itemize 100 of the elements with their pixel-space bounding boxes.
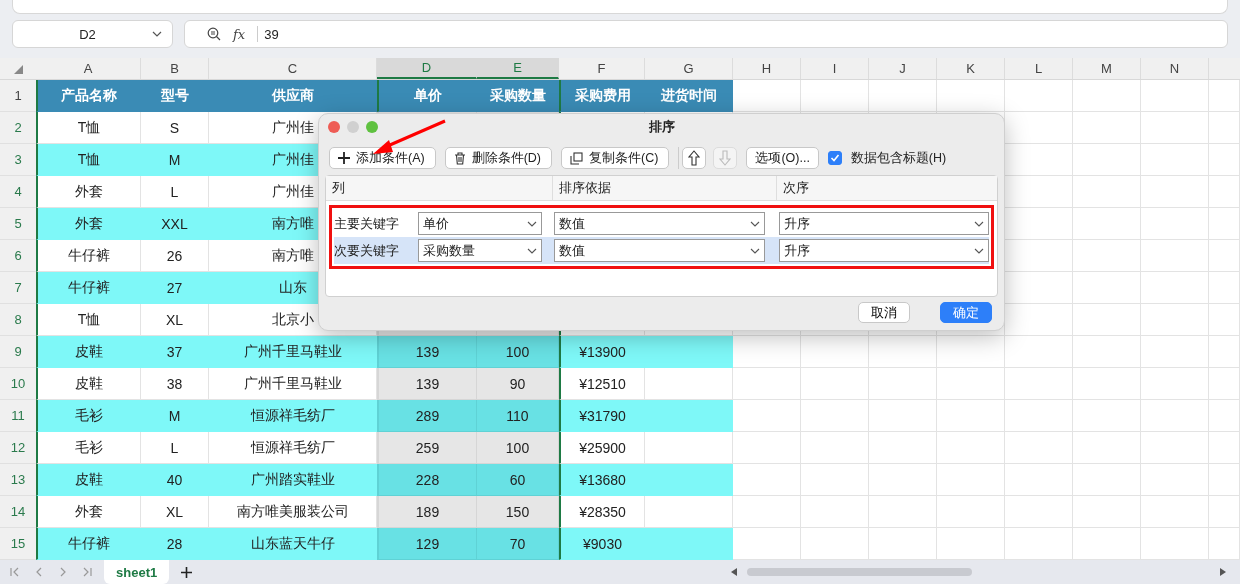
table-cell: 110 [477,400,559,432]
table-cell: ¥13900 [559,336,645,368]
table-cell [1073,272,1141,304]
close-button[interactable] [328,121,340,133]
table-cell: 牛仔裤 [36,528,141,560]
column-header[interactable]: J [869,58,937,79]
table-cell: 广州千里马鞋业 [209,336,377,368]
row-number[interactable]: 2 [0,112,36,144]
table-cell [801,432,869,464]
table-cell: 139 [377,368,477,400]
ok-button[interactable]: 确定 [940,302,992,323]
add-sheet-icon[interactable] [181,566,193,578]
table-cell [869,336,937,368]
table-cell [1209,272,1240,304]
row-number[interactable]: 7 [0,272,36,304]
basis-select[interactable]: 数值 [554,212,765,235]
row-number[interactable]: 8 [0,304,36,336]
row-number[interactable]: 12 [0,432,36,464]
table-cell [937,432,1005,464]
table-cell [937,400,1005,432]
column-select[interactable]: 单价 [418,212,542,235]
condition-row[interactable]: 次要关键字 采购数量 数值 升序 [334,237,989,264]
row-number[interactable]: 10 [0,368,36,400]
table-cell: 38 [141,368,209,400]
row-number[interactable]: 9 [0,336,36,368]
order-select[interactable]: 升序 [779,212,989,235]
header-checkbox[interactable]: 数据包含标题(H) [827,149,947,167]
column-header[interactable]: L [1005,58,1073,79]
column-header[interactable]: H [733,58,801,79]
table-cell: 牛仔裤 [36,240,141,272]
column-select[interactable]: 采购数量 [418,239,542,262]
add-condition-button[interactable]: 添加条件(A) [329,147,436,169]
table-cell: 毛衫 [36,432,141,464]
table-cell: ¥9030 [559,528,645,560]
table-cell [1141,208,1209,240]
table-cell: 外套 [36,496,141,528]
name-box[interactable]: D2 [12,20,173,48]
row-number[interactable]: 1 [0,80,36,112]
column-header[interactable]: E [477,58,559,79]
table-cell: 皮鞋 [36,464,141,496]
table-cell [869,368,937,400]
column-header[interactable]: M [1073,58,1141,79]
column-header[interactable]: F [559,58,645,79]
table-cell [801,336,869,368]
column-header[interactable]: G [645,58,733,79]
scroll-right-icon[interactable] [1220,568,1226,576]
table-cell: T恤 [36,144,141,176]
table-cell [1073,464,1141,496]
table-cell [1209,304,1240,336]
table-cell [869,432,937,464]
table-cell [1209,336,1240,368]
table-cell [1073,336,1141,368]
order-select[interactable]: 升序 [779,239,989,262]
table-cell [1073,368,1141,400]
row-number[interactable]: 15 [0,528,36,560]
column-header[interactable]: N [1141,58,1209,79]
column-header[interactable]: K [937,58,1005,79]
row-number[interactable]: 3 [0,144,36,176]
table-cell: XXL [141,208,209,240]
table-cell: 129 [377,528,477,560]
formula-field[interactable]: fx 39 [184,20,1228,48]
row-number[interactable]: 6 [0,240,36,272]
select-all-icon[interactable] [13,65,23,74]
row-number[interactable]: 14 [0,496,36,528]
table-cell [1141,432,1209,464]
table-cell: 139 [377,336,477,368]
table-cell: ¥13680 [559,464,645,496]
table-cell: ¥12510 [559,368,645,400]
last-sheet-icon[interactable] [82,567,92,577]
column-heading: 列 [326,176,553,200]
zoom-button[interactable] [366,121,378,133]
basis-select[interactable]: 数值 [554,239,765,262]
row-number[interactable]: 5 [0,208,36,240]
scrollbar-thumb[interactable] [747,568,972,576]
column-header[interactable]: I [801,58,869,79]
sheet-tab[interactable]: sheet1 [104,560,170,584]
table-cell [1073,240,1141,272]
first-sheet-icon[interactable] [10,567,20,577]
row-number[interactable]: 4 [0,176,36,208]
scroll-left-icon[interactable] [731,568,737,576]
header-cell: 进货时间 [645,80,733,112]
header-cell: 型号 [141,80,209,112]
row-number[interactable]: 13 [0,464,36,496]
table-cell [733,400,801,432]
copy-condition-button[interactable]: 复制条件(C) [561,147,670,169]
delete-condition-button[interactable]: 删除条件(D) [444,147,553,169]
options-button[interactable]: 选项(O)... [746,147,819,169]
minimize-button[interactable] [347,121,359,133]
table-cell: XL [141,496,209,528]
column-header[interactable]: D [377,58,477,79]
previous-sheet-icon[interactable] [34,567,44,577]
next-sheet-icon[interactable] [58,567,68,577]
row-number[interactable]: 11 [0,400,36,432]
move-up-button[interactable] [682,147,707,169]
table-cell: XL [141,304,209,336]
table-cell: 28 [141,528,209,560]
column-header[interactable]: B [141,58,209,79]
cancel-button[interactable]: 取消 [858,302,910,323]
column-header[interactable]: A [36,58,141,79]
chevron-icon [527,247,537,254]
